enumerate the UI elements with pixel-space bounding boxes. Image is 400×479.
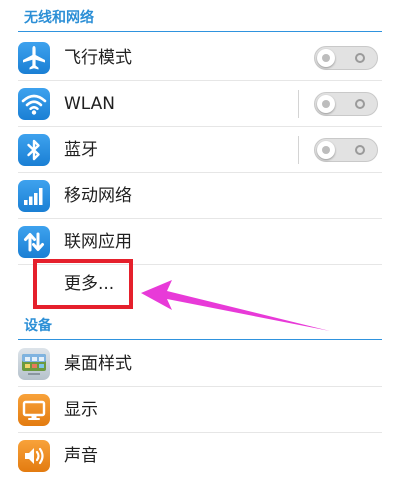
section-title-device: 设备	[24, 318, 52, 334]
desktop-style-icon	[18, 348, 50, 380]
row-label: 声音	[64, 446, 98, 466]
speaker-icon	[18, 440, 50, 472]
row-label: 桌面样式	[64, 354, 132, 374]
monitor-icon	[18, 394, 50, 426]
row-sound[interactable]: 声音	[0, 433, 400, 479]
row-desktop-style[interactable]: 桌面样式	[0, 341, 400, 387]
section-divider	[18, 339, 382, 340]
row-display[interactable]: 显示	[0, 387, 400, 433]
section-header-device: 设备	[0, 312, 400, 340]
row-label: 显示	[64, 400, 98, 420]
